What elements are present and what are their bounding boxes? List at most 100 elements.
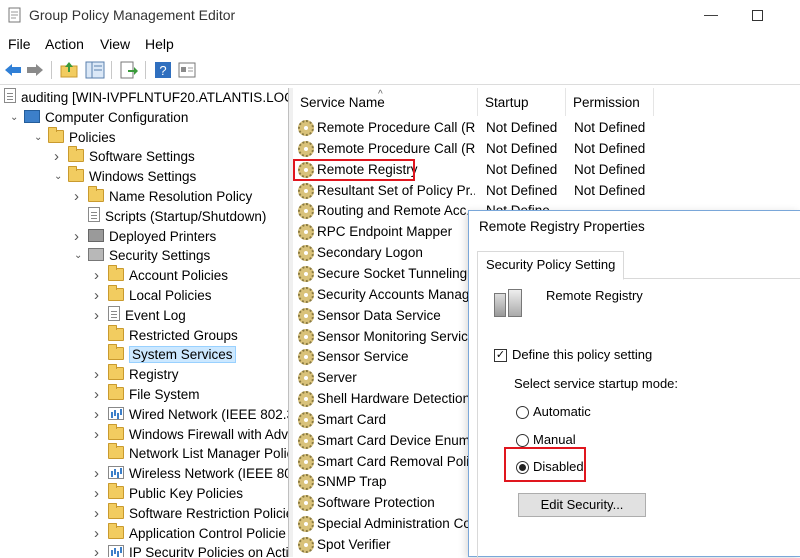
chevron-right-icon[interactable]: › [94, 425, 104, 445]
column-header-service-name[interactable]: Service Name ^ [293, 88, 478, 116]
chevron-right-icon[interactable]: › [94, 504, 104, 524]
tree-node[interactable]: › Deployed Printers [74, 227, 216, 247]
tree-node[interactable]: › Software Settings [54, 146, 195, 167]
tree-node[interactable]: Restricted Groups [108, 324, 238, 346]
folder-icon [108, 364, 124, 381]
chevron-right-icon[interactable]: › [94, 286, 104, 306]
chevron-right-icon[interactable]: › [94, 405, 104, 425]
column-header-permission[interactable]: Permission [566, 88, 654, 116]
column-header-startup[interactable]: Startup [478, 88, 566, 116]
security-icon [88, 248, 104, 262]
tab-security-policy-setting[interactable]: Security Policy Setting [477, 251, 625, 280]
tree-node-label: Wired Network (IEEE 802.3) [129, 406, 289, 422]
tree-node[interactable]: ⌄ Policies [34, 126, 116, 148]
service-name-cell: Smart Card Device Enume [317, 432, 475, 448]
service-name-cell: Smart Card [317, 411, 387, 427]
chevron-right-icon[interactable]: › [94, 543, 104, 557]
chevron-right-icon[interactable]: › [94, 484, 104, 504]
tree-node[interactable]: System Services [108, 344, 236, 365]
tree-node[interactable]: ⌄ Windows Settings [54, 166, 196, 187]
tree-node[interactable]: › Application Control Policie [94, 522, 286, 544]
service-row[interactable]: Remote Procedure Call (R... Not Defined No… [293, 117, 800, 138]
service-row[interactable]: Remote Procedure Call (R... Not Defined No… [293, 138, 800, 159]
service-name-cell: Security Accounts Manage [317, 286, 475, 302]
maximize-button[interactable] [734, 0, 780, 30]
forward-arrow-icon[interactable] [25, 60, 45, 80]
tree-node[interactable]: ⌄ Computer Configuration [10, 108, 188, 128]
folder-icon [108, 324, 124, 341]
chevron-right-icon[interactable]: › [94, 306, 104, 326]
service-gear-icon [298, 120, 314, 136]
back-arrow-icon[interactable] [3, 60, 23, 80]
folder-icon [108, 423, 124, 440]
help-icon[interactable]: ? [153, 60, 173, 80]
tree-node[interactable]: › File System [94, 384, 200, 405]
tree-node[interactable]: › Registry [94, 364, 179, 385]
minimize-button[interactable]: — [688, 0, 734, 30]
chevron-right-icon[interactable]: › [54, 147, 64, 167]
menu-file[interactable]: File [8, 36, 31, 52]
chevron-down-icon[interactable]: ⌄ [10, 108, 20, 128]
tree-node[interactable]: Network List Manager Polic [108, 443, 288, 464]
tree-node-label: Local Policies [129, 288, 212, 303]
export-list-icon[interactable] [119, 60, 139, 80]
folder-icon [108, 522, 124, 539]
service-row[interactable]: Remote Registry Not Defined Not Defined [293, 158, 800, 181]
tree-node-label: Software Settings [89, 149, 195, 165]
service-gear-icon [298, 537, 314, 553]
document-icon [88, 206, 100, 222]
radio-disabled[interactable] [516, 461, 529, 474]
service-gear-icon [298, 265, 314, 282]
tree-node[interactable]: ⌄ Security Settings [74, 246, 210, 266]
tree-node[interactable]: auditing [WIN-IVPFLNTUF20.ATLANTIS.LOCA [4, 88, 288, 108]
tree-node[interactable]: › Event Log [94, 305, 186, 326]
chevron-right-icon[interactable]: › [94, 385, 104, 405]
tree-node[interactable]: › IP Security Policies on Activ [94, 543, 289, 557]
menu-action[interactable]: Action [45, 36, 84, 52]
folder-icon [88, 186, 104, 202]
chevron-down-icon[interactable]: ⌄ [54, 167, 64, 187]
toolbar-separator [145, 61, 146, 79]
chevron-right-icon[interactable]: › [74, 187, 84, 207]
menu-view[interactable]: View [100, 36, 130, 52]
tree-node[interactable]: › Account Policies [94, 265, 228, 286]
tree-node-label: Name Resolution Policy [109, 189, 253, 204]
up-folder-icon[interactable] [59, 60, 79, 80]
service-row[interactable]: Resultant Set of Policy Pr... Not Defined… [293, 180, 800, 201]
tree-node[interactable]: › Windows Firewall with Adv [94, 423, 288, 445]
define-policy-label: Define this policy setting [512, 347, 653, 362]
radio-manual[interactable] [516, 434, 529, 447]
tree-node[interactable]: › Local Policies [94, 285, 212, 306]
service-gear-icon [298, 182, 314, 199]
chevron-right-icon[interactable]: › [94, 464, 104, 484]
tree-node[interactable]: Scripts (Startup/Shutdown) [88, 206, 266, 227]
tree-node-label: Registry [129, 367, 179, 383]
column-header-label: Startup [485, 95, 529, 110]
show-hide-tree-icon[interactable] [85, 60, 105, 80]
folder-icon [108, 344, 124, 361]
service-name-cell: Sensor Monitoring Service [317, 328, 475, 344]
tree-node[interactable]: › Public Key Policies [94, 483, 243, 504]
chevron-down-icon[interactable]: ⌄ [74, 246, 84, 266]
tree-node-label: Wireless Network (IEEE 802. [129, 466, 289, 482]
properties-icon[interactable] [177, 60, 197, 80]
chevron-right-icon[interactable]: › [74, 227, 84, 247]
console-tree[interactable]: auditing [WIN-IVPFLNTUF20.ATLANTIS.LOCA ⌄… [0, 88, 289, 557]
service-name-cell: RPC Endpoint Mapper [317, 224, 453, 240]
tree-node[interactable]: › Wireless Network (IEEE 802. [94, 464, 289, 484]
permission-cell: Not Defined [574, 120, 646, 135]
column-header-label: Permission [573, 95, 640, 110]
service-name-cell: Remote Procedure Call (R... [317, 140, 475, 156]
edit-security-button[interactable]: Edit Security... [518, 493, 646, 517]
chevron-down-icon[interactable]: ⌄ [34, 128, 44, 148]
chevron-right-icon[interactable]: › [94, 266, 104, 286]
tree-node[interactable]: › Name Resolution Policy [74, 186, 253, 207]
tree-node-label: IP Security Policies on Activ [129, 545, 289, 557]
menu-help[interactable]: Help [145, 36, 174, 52]
chevron-right-icon[interactable]: › [94, 524, 104, 544]
tree-node[interactable]: › Software Restriction Policie [94, 502, 288, 524]
radio-automatic[interactable] [516, 406, 529, 419]
tree-node[interactable]: › Wired Network (IEEE 802.3) [94, 405, 289, 425]
chevron-right-icon[interactable]: › [94, 365, 104, 385]
define-policy-checkbox[interactable]: ✓ [494, 349, 507, 362]
